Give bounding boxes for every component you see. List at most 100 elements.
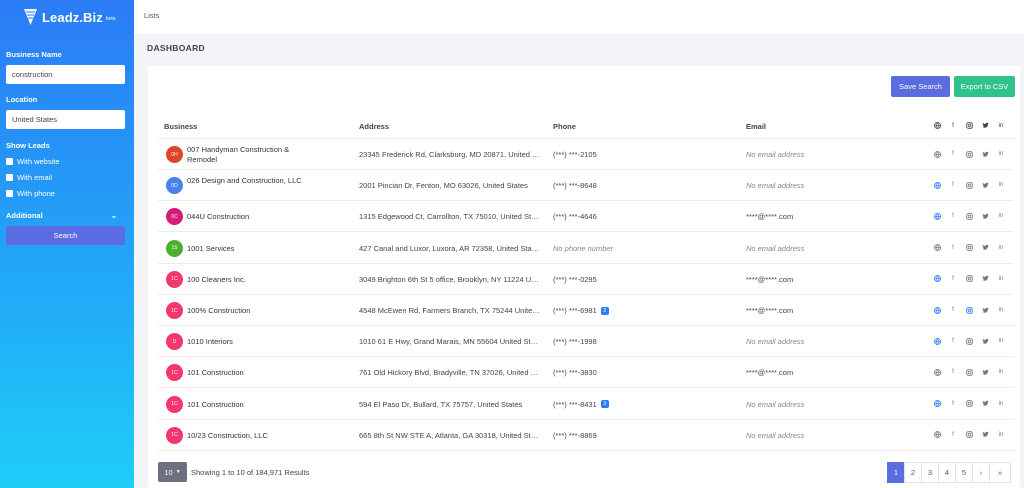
instagram-icon[interactable] xyxy=(964,305,974,315)
business-email: No email address xyxy=(746,243,805,253)
globe-icon[interactable] xyxy=(932,336,942,346)
phone-number: (***) ***-2105 xyxy=(553,150,597,159)
business-phone: (***) ***-3830 xyxy=(553,368,597,377)
facebook-icon: f xyxy=(952,369,954,376)
leads-card: Save Search Export to CSV Business Addre… xyxy=(148,66,1020,488)
business-name[interactable]: 100% Construction xyxy=(187,306,307,316)
page-4-button[interactable]: 4 xyxy=(938,462,956,483)
business-address: 594 El Paso Dr, Bullard, TX 75757, Unite… xyxy=(359,399,523,409)
filter-with-email[interactable]: With email xyxy=(6,173,52,182)
instagram-icon xyxy=(964,243,974,253)
business-email: No email address xyxy=(746,399,805,409)
facebook-icon: f xyxy=(952,213,954,220)
table-row[interactable]: 1C 10/23 Construction, LLC 665 8th St NW S… xyxy=(148,420,1020,451)
with-email-checkbox[interactable] xyxy=(6,174,13,181)
table-row[interactable]: 1S 1001 Services 427 Canal and Luxor, Luxo… xyxy=(148,233,1020,264)
location-input[interactable]: United States xyxy=(6,110,125,129)
filter-with-phone[interactable]: With phone xyxy=(6,189,55,198)
globe-icon[interactable] xyxy=(932,211,942,221)
location-label: Location xyxy=(6,95,38,104)
additional-label: Additional xyxy=(6,211,43,220)
globe-icon[interactable] xyxy=(932,274,942,284)
business-name[interactable]: 026 Design and Construction, LLC xyxy=(187,176,307,186)
business-phone: (***) ***-8648 xyxy=(553,181,597,190)
business-name-input[interactable]: construction xyxy=(6,65,125,84)
with-phone-label: With phone xyxy=(17,189,55,198)
business-name[interactable]: 101 Construction xyxy=(187,400,307,410)
globe-icon[interactable] xyxy=(932,180,942,190)
business-name[interactable]: 101 Construction xyxy=(187,368,307,378)
with-phone-checkbox[interactable] xyxy=(6,190,13,197)
business-phone: (***) ***-4646 xyxy=(553,212,597,221)
globe-icon xyxy=(932,430,942,440)
search-button[interactable]: Search xyxy=(6,226,125,245)
instagram-icon xyxy=(964,120,974,130)
twitter-icon xyxy=(980,180,990,190)
row-divider xyxy=(158,449,1014,451)
avatar: 1S xyxy=(166,239,183,257)
breadcrumb[interactable]: Lists xyxy=(144,11,159,20)
linkedin-icon: in xyxy=(998,213,1004,220)
logo-icon xyxy=(24,9,37,25)
page-3-button[interactable]: 3 xyxy=(921,462,939,483)
table-row[interactable]: 0D 026 Design and Construction, LLC 2001 P… xyxy=(148,170,1020,202)
page-5-button[interactable]: 5 xyxy=(955,462,973,483)
avatar: 1I xyxy=(166,333,183,351)
business-address: 1315 Edgewood Ct, Carrollton, TX 75010, … xyxy=(359,212,541,222)
business-name[interactable]: 1010 Interiors xyxy=(187,337,307,347)
filter-with-website[interactable]: With website xyxy=(6,157,60,166)
with-email-label: With email xyxy=(17,173,53,182)
pagination: 1 2 3 4 5 ›» xyxy=(887,462,1011,483)
next-page-button[interactable]: › xyxy=(972,462,990,483)
beta-badge: beta xyxy=(105,16,116,22)
table-row[interactable]: 1C 100% Construction 4548 McEwen Rd, Farme… xyxy=(148,295,1020,326)
export-csv-button[interactable]: Export to CSV xyxy=(954,76,1015,97)
linkedin-icon: in xyxy=(998,244,1004,251)
linkedin-icon: in xyxy=(998,182,1004,189)
phone-number: (***) ***-8431 xyxy=(553,399,597,409)
facebook-icon[interactable]: f xyxy=(948,305,958,315)
business-email: No email address xyxy=(746,337,805,347)
table-row[interactable]: 0H 007 Handyman Construction & Remodel 233… xyxy=(148,139,1020,170)
business-name[interactable]: 007 Handyman Construction & Remodel xyxy=(187,145,307,165)
business-name[interactable]: 1001 Services xyxy=(187,244,307,254)
table-row[interactable]: 0C 044U Construction 1315 Edgewood Ct, Car… xyxy=(148,201,1020,233)
table-row[interactable]: 1C 100 Cleaners Inc. 3049 Brighton 6th St … xyxy=(148,264,1020,295)
facebook-icon: f xyxy=(952,338,954,345)
phone-count-badge[interactable]: 2 xyxy=(600,306,609,315)
linkedin-icon: in xyxy=(998,431,1004,438)
topbar: Lists xyxy=(134,0,1024,34)
additional-toggle[interactable]: Additional ⌄ xyxy=(6,211,117,220)
phone-number: (***) ***-4646 xyxy=(553,212,597,222)
per-page-select[interactable]: 10 ▼ xyxy=(158,462,187,482)
page-1-button[interactable]: 1 xyxy=(887,462,905,483)
last-page-button[interactable]: » xyxy=(989,462,1011,483)
twitter-icon xyxy=(980,274,990,284)
globe-icon[interactable] xyxy=(932,305,942,315)
results-count: Showing 1 to 10 of 184,971 Results xyxy=(191,468,310,477)
business-name[interactable]: 10/23 Construction, LLC xyxy=(187,431,307,441)
table-row[interactable]: 1I 1010 Interiors 1010 61 E Hwy, Grand Mar… xyxy=(148,326,1020,358)
page-2-button[interactable]: 2 xyxy=(904,462,922,483)
twitter-icon xyxy=(980,399,990,409)
globe-icon xyxy=(932,149,942,159)
table-row[interactable]: 1C 101 Construction 761 Old Hickory Blvd, … xyxy=(148,357,1020,389)
business-address: 1010 61 E Hwy, Grand Marais, MN 55604 Un… xyxy=(359,337,541,347)
avatar: 0H xyxy=(166,146,183,163)
business-address: 761 Old Hickory Blvd, Bradyville, TN 370… xyxy=(359,368,541,378)
globe-icon[interactable] xyxy=(932,399,942,409)
phone-count-badge[interactable]: 3 xyxy=(600,400,609,409)
facebook-icon[interactable]: f xyxy=(948,399,958,409)
with-website-checkbox[interactable] xyxy=(6,158,13,165)
save-search-button[interactable]: Save Search xyxy=(891,76,950,97)
per-page-value: 10 xyxy=(164,467,173,477)
linkedin-icon: in xyxy=(998,275,1004,282)
business-name[interactable]: 100 Cleaners Inc. xyxy=(187,275,307,285)
table-row[interactable]: 1C 101 Construction 594 El Paso Dr, Bullar… xyxy=(148,389,1020,420)
business-name[interactable]: 044U Construction xyxy=(187,212,307,222)
column-header-address: Address xyxy=(359,122,390,131)
phone-number: (***) ***-8648 xyxy=(553,181,597,191)
logo[interactable]: Leadz.Biz beta xyxy=(0,0,134,34)
sidebar: Leadz.Biz beta Business Name constructio… xyxy=(0,0,134,488)
facebook-icon: f xyxy=(952,244,954,251)
